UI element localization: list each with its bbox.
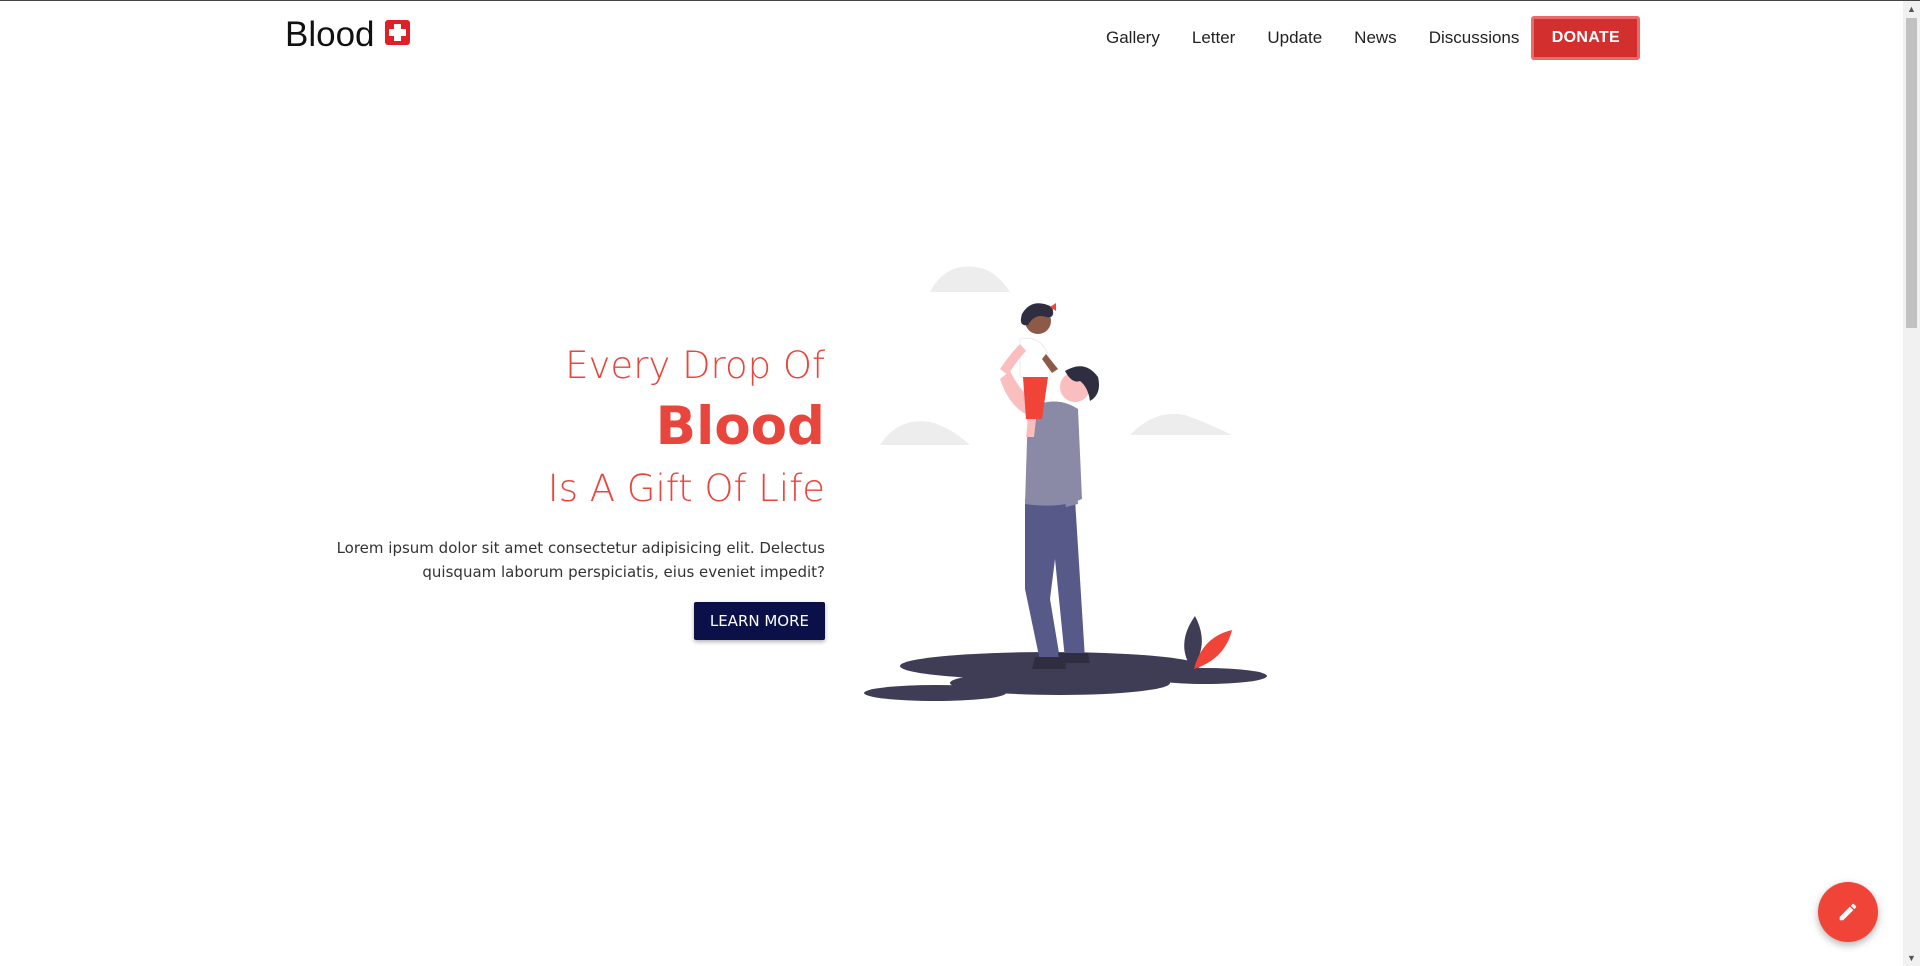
medical-cross-icon — [384, 19, 410, 45]
nav-item-gallery[interactable]: Gallery — [1090, 28, 1176, 48]
brand-logo[interactable]: Blood — [285, 15, 410, 55]
scroll-down-arrow-icon[interactable]: ▼ — [1903, 950, 1920, 966]
hero-heading-line3: Is A Gift Of Life — [547, 467, 825, 510]
nav-item-discussions[interactable]: Discussions — [1413, 28, 1532, 48]
nav-item-update[interactable]: Update — [1251, 28, 1338, 48]
nav-item-letter[interactable]: Letter — [1176, 28, 1251, 48]
hero-description: Lorem ipsum dolor sit amet consectetur a… — [265, 536, 825, 584]
hero-description-line2: quisquam laborum perspiciatis, eius even… — [422, 563, 825, 581]
learn-more-button[interactable]: LEARN MORE — [693, 602, 825, 640]
nav-item-news[interactable]: News — [1338, 28, 1413, 48]
ground-shadow — [1143, 668, 1267, 684]
page: Blood Gallery Letter Update News Discuss… — [0, 0, 1920, 966]
father-daughter-illustration — [864, 266, 1267, 701]
man-shoe — [1058, 653, 1090, 663]
ground-shadow — [950, 671, 1170, 695]
brand-name: Blood — [285, 15, 375, 54]
cloud-shape — [930, 266, 1010, 292]
cloud-shape — [1130, 413, 1232, 435]
cloud-shape — [880, 421, 970, 445]
scroll-up-arrow-icon[interactable]: ▲ — [1903, 1, 1920, 18]
scrollbar-thumb[interactable] — [1906, 18, 1917, 328]
hero-heading-blood: Blood — [655, 396, 825, 457]
navbar: Blood Gallery Letter Update News Discuss… — [0, 1, 1900, 73]
hero-description-line1: Lorem ipsum dolor sit amet consectetur a… — [336, 539, 825, 557]
edit-fab-button[interactable] — [1818, 882, 1878, 942]
donate-button[interactable]: DONATE — [1531, 16, 1641, 60]
man-legs — [1025, 499, 1085, 661]
pencil-icon — [1839, 903, 1857, 921]
nav-menu: Gallery Letter Update News Discussions D… — [1090, 16, 1641, 60]
hero-text: Every Drop Of Blood Is A Gift Of Life Lo… — [265, 342, 825, 640]
hero-heading-line1: Every Drop Of — [565, 344, 825, 387]
scrollbar[interactable]: ▲ ▼ — [1903, 1, 1920, 966]
